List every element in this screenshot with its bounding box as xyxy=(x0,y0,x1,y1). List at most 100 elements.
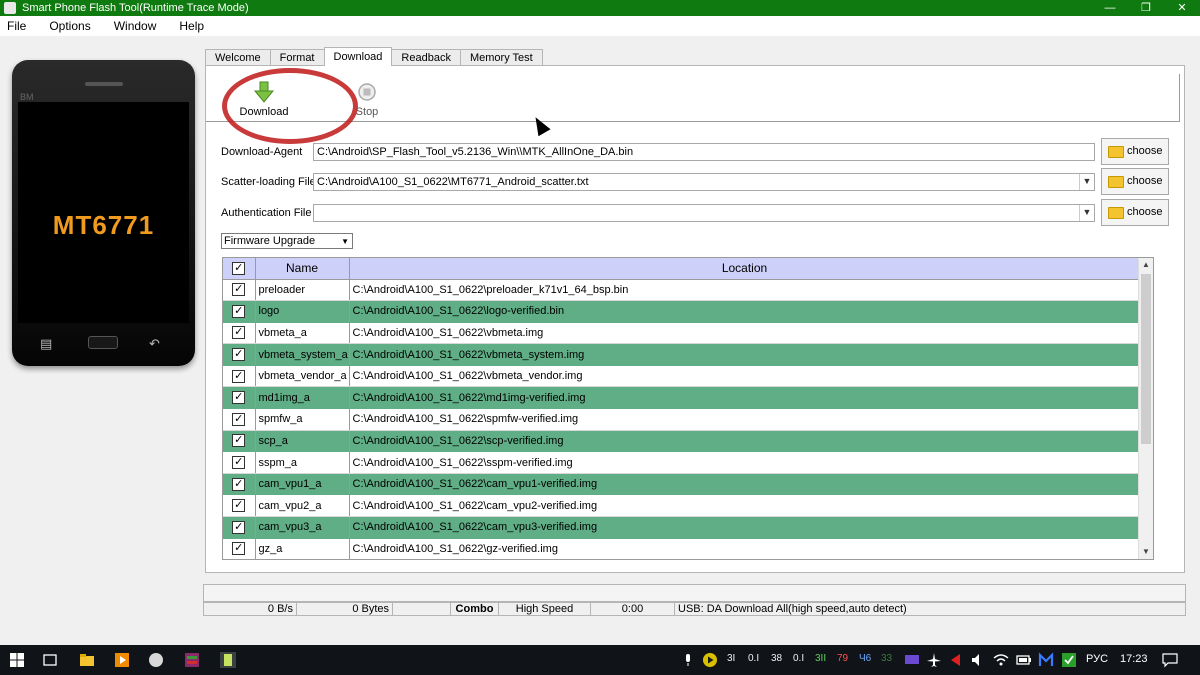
notifications-icon[interactable] xyxy=(1162,652,1178,668)
file-explorer-icon[interactable] xyxy=(79,652,95,668)
partition-location[interactable]: C:\Android\A100_S1_0622\vbmeta.img xyxy=(349,322,1141,345)
folder-icon xyxy=(1108,146,1124,158)
partition-checkbox[interactable]: ✓ xyxy=(223,386,256,410)
scrollbar-thumb[interactable] xyxy=(1141,274,1151,444)
partition-checkbox[interactable]: ✓ xyxy=(223,279,256,302)
chevron-down-icon[interactable]: ▼ xyxy=(1079,205,1094,221)
partition-checkbox[interactable]: ✓ xyxy=(223,365,256,388)
chevron-down-icon[interactable]: ▼ xyxy=(1079,174,1094,190)
minimize-button[interactable]: — xyxy=(1092,0,1128,16)
partition-location[interactable]: C:\Android\A100_S1_0622\logo-verified.bi… xyxy=(349,300,1141,323)
airplane-icon[interactable] xyxy=(926,652,942,668)
table-row[interactable]: ✓ gz_a C:\Android\A100_S1_0622\gz-verified… xyxy=(223,538,1141,559)
shield-check-icon[interactable] xyxy=(1061,652,1077,668)
table-row[interactable]: ✓ md1img_a C:\Android\A100_S1_0622\md1img-… xyxy=(223,386,1141,410)
tab-readback[interactable]: Readback xyxy=(391,49,461,66)
scatter-file-combobox[interactable]: C:\Android\A100_S1_0622\MT6771_Android_s… xyxy=(313,173,1095,191)
menu-options[interactable]: Options xyxy=(46,19,93,33)
winrar-icon[interactable] xyxy=(184,652,200,668)
volume-icon[interactable] xyxy=(970,652,986,668)
download-agent-choose-button[interactable]: choose xyxy=(1101,138,1169,165)
partition-location[interactable]: C:\Android\A100_S1_0622\vbmeta_system.im… xyxy=(349,343,1141,366)
task-view-icon[interactable] xyxy=(42,652,58,668)
table-row[interactable]: ✓ vbmeta_vendor_a C:\Android\A100_S1_0622\… xyxy=(223,365,1141,388)
stop-button[interactable]: Stop xyxy=(337,80,397,118)
check-icon: ✓ xyxy=(232,326,246,340)
table-row[interactable]: ✓ cam_vpu2_a C:\Android\A100_S1_0622\cam_v… xyxy=(223,494,1141,518)
partition-name: logo xyxy=(255,300,350,323)
menu-file[interactable]: File xyxy=(4,19,29,33)
table-row[interactable]: ✓ spmfw_a C:\Android\A100_S1_0622\spmfw-ve… xyxy=(223,408,1141,431)
monitor-tray-icon[interactable] xyxy=(904,652,920,668)
stop-icon xyxy=(358,83,376,101)
battery-icon[interactable] xyxy=(1016,652,1032,668)
table-row[interactable]: ✓ vbmeta_a C:\Android\A100_S1_0622\vbmeta.… xyxy=(223,322,1141,345)
partition-location[interactable]: C:\Android\A100_S1_0622\sspm-verified.im… xyxy=(349,451,1141,474)
partition-checkbox[interactable]: ✓ xyxy=(223,494,256,518)
partition-location[interactable]: C:\Android\A100_S1_0622\vbmeta_vendor.im… xyxy=(349,365,1141,388)
back-key-icon: ↶ xyxy=(149,336,160,351)
scatter-file-choose-button[interactable]: choose xyxy=(1101,168,1169,195)
partition-checkbox[interactable]: ✓ xyxy=(223,343,256,366)
table-row[interactable]: ✓ preloader C:\Android\A100_S1_0622\preloa… xyxy=(223,279,1141,302)
menu-help[interactable]: Help xyxy=(176,19,207,33)
table-scrollbar[interactable]: ▲ ▼ xyxy=(1138,258,1153,559)
malwarebytes-icon[interactable] xyxy=(1038,652,1054,668)
app-icon xyxy=(4,2,16,14)
partition-checkbox[interactable]: ✓ xyxy=(223,473,256,496)
partition-location[interactable]: C:\Android\A100_S1_0622\cam_vpu1-verifie… xyxy=(349,473,1141,496)
table-row[interactable]: ✓ cam_vpu1_a C:\Android\A100_S1_0622\cam_v… xyxy=(223,473,1141,496)
partition-location[interactable]: C:\Android\A100_S1_0622\gz-verified.img xyxy=(349,538,1141,559)
scroll-down-icon[interactable]: ▼ xyxy=(1139,545,1153,559)
media-player-icon[interactable] xyxy=(114,652,130,668)
partition-location[interactable]: C:\Android\A100_S1_0622\cam_vpu2-verifie… xyxy=(349,494,1141,518)
partition-checkbox[interactable]: ✓ xyxy=(223,408,256,431)
column-header-name[interactable]: Name xyxy=(255,258,350,280)
menu-window[interactable]: Window xyxy=(111,19,160,33)
check-icon: ✓ xyxy=(232,499,246,513)
table-row[interactable]: ✓ cam_vpu3_a C:\Android\A100_S1_0622\cam_v… xyxy=(223,516,1141,539)
column-header-location[interactable]: Location xyxy=(349,258,1141,280)
select-all-checkbox[interactable]: ✓ xyxy=(223,258,256,280)
tab-format[interactable]: Format xyxy=(269,49,325,66)
close-button[interactable]: ✕ xyxy=(1164,0,1200,16)
scroll-up-icon[interactable]: ▲ xyxy=(1139,258,1153,272)
scatter-file-row: Scatter-loading File C:\Android\A100_S1_… xyxy=(221,168,1171,195)
tab-memory-test[interactable]: Memory Test xyxy=(459,49,543,66)
partition-location[interactable]: C:\Android\A100_S1_0622\preloader_k71v1_… xyxy=(349,279,1141,302)
check-icon: ✓ xyxy=(232,262,246,276)
browser-icon[interactable] xyxy=(148,652,164,668)
partition-checkbox[interactable]: ✓ xyxy=(223,451,256,474)
partition-checkbox[interactable]: ✓ xyxy=(223,300,256,323)
tab-welcome[interactable]: Welcome xyxy=(205,49,271,66)
table-row[interactable]: ✓ vbmeta_system_a C:\Android\A100_S1_0622\… xyxy=(223,343,1141,366)
partition-location[interactable]: C:\Android\A100_S1_0622\scp-verified.img xyxy=(349,430,1141,453)
table-row[interactable]: ✓ logo C:\Android\A100_S1_0622\logo-verifi… xyxy=(223,300,1141,323)
auth-file-combobox[interactable]: ▼ xyxy=(313,204,1095,222)
taskbar-clock[interactable]: 17:23 xyxy=(1120,653,1148,665)
download-mode-select[interactable]: Firmware Upgrade ▼ xyxy=(221,233,353,249)
windows-start-icon[interactable] xyxy=(9,652,25,668)
red-tray-icon[interactable] xyxy=(948,652,964,668)
partition-checkbox[interactable]: ✓ xyxy=(223,538,256,559)
partition-location[interactable]: C:\Android\A100_S1_0622\spmfw-verified.i… xyxy=(349,408,1141,431)
partition-checkbox[interactable]: ✓ xyxy=(223,516,256,539)
player-tray-icon[interactable] xyxy=(702,652,718,668)
status-time: 0:00 xyxy=(591,602,675,616)
flash-tool-taskbar-icon[interactable] xyxy=(220,652,236,668)
download-button[interactable]: Download xyxy=(222,68,358,144)
partition-checkbox[interactable]: ✓ xyxy=(223,322,256,345)
tab-download[interactable]: Download xyxy=(323,47,393,66)
partition-location[interactable]: C:\Android\A100_S1_0622\cam_vpu3-verifie… xyxy=(349,516,1141,539)
partition-location[interactable]: C:\Android\A100_S1_0622\md1img-verified.… xyxy=(349,386,1141,410)
partition-checkbox[interactable]: ✓ xyxy=(223,430,256,453)
maximize-button[interactable]: ❐ xyxy=(1128,0,1164,16)
table-row[interactable]: ✓ sspm_a C:\Android\A100_S1_0622\sspm-veri… xyxy=(223,451,1141,474)
wifi-icon[interactable] xyxy=(993,652,1009,668)
table-row[interactable]: ✓ scp_a C:\Android\A100_S1_0622\scp-verifi… xyxy=(223,430,1141,453)
microphone-icon[interactable] xyxy=(680,652,696,668)
auth-file-choose-button[interactable]: choose xyxy=(1101,199,1169,226)
keyboard-language[interactable]: РУС xyxy=(1086,653,1108,665)
download-agent-input[interactable]: C:\Android\SP_Flash_Tool_v5.2136_Win\\MT… xyxy=(313,143,1095,161)
check-icon: ✓ xyxy=(232,542,246,556)
